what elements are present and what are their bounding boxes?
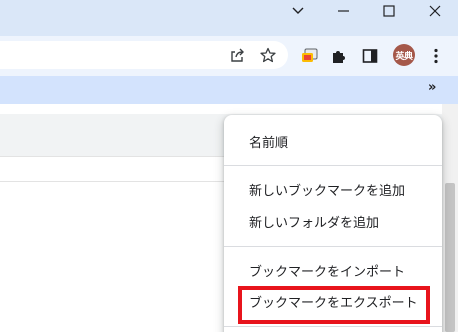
menu-item-add-folder[interactable]: 新しいフォルダを追加 (224, 205, 442, 237)
menu-item-add-bookmark[interactable]: 新しいブックマークを追加 (224, 173, 442, 205)
title-bar (0, 0, 458, 36)
chevron-down-icon[interactable] (278, 0, 318, 22)
bookmarks-bar: » (0, 76, 458, 104)
star-icon[interactable] (255, 42, 281, 68)
side-panel-icon[interactable] (357, 43, 383, 69)
menu-separator (224, 326, 442, 327)
address-bar[interactable] (0, 41, 288, 69)
menu-item-sort-by-name[interactable]: 名前順 (224, 125, 442, 157)
scrollbar-thumb[interactable] (445, 183, 455, 332)
minimize-icon[interactable] (324, 0, 364, 22)
menu-separator (224, 246, 442, 247)
browser-toolbar: 英典 (0, 36, 458, 76)
share-icon[interactable] (224, 42, 250, 68)
bookmarks-overflow-chevron[interactable]: » (428, 80, 436, 95)
extension-icon[interactable] (297, 43, 323, 69)
highlight-box (238, 286, 430, 324)
kebab-menu-icon[interactable] (423, 43, 449, 69)
content-area (0, 104, 458, 112)
profile-avatar[interactable]: 英典 (393, 44, 415, 66)
puzzle-icon[interactable] (326, 43, 352, 69)
menu-separator (224, 165, 442, 166)
menu-item-import-bookmarks[interactable]: ブックマークをインポート (224, 254, 442, 286)
maximize-icon[interactable] (369, 0, 409, 22)
close-icon[interactable] (415, 0, 455, 22)
